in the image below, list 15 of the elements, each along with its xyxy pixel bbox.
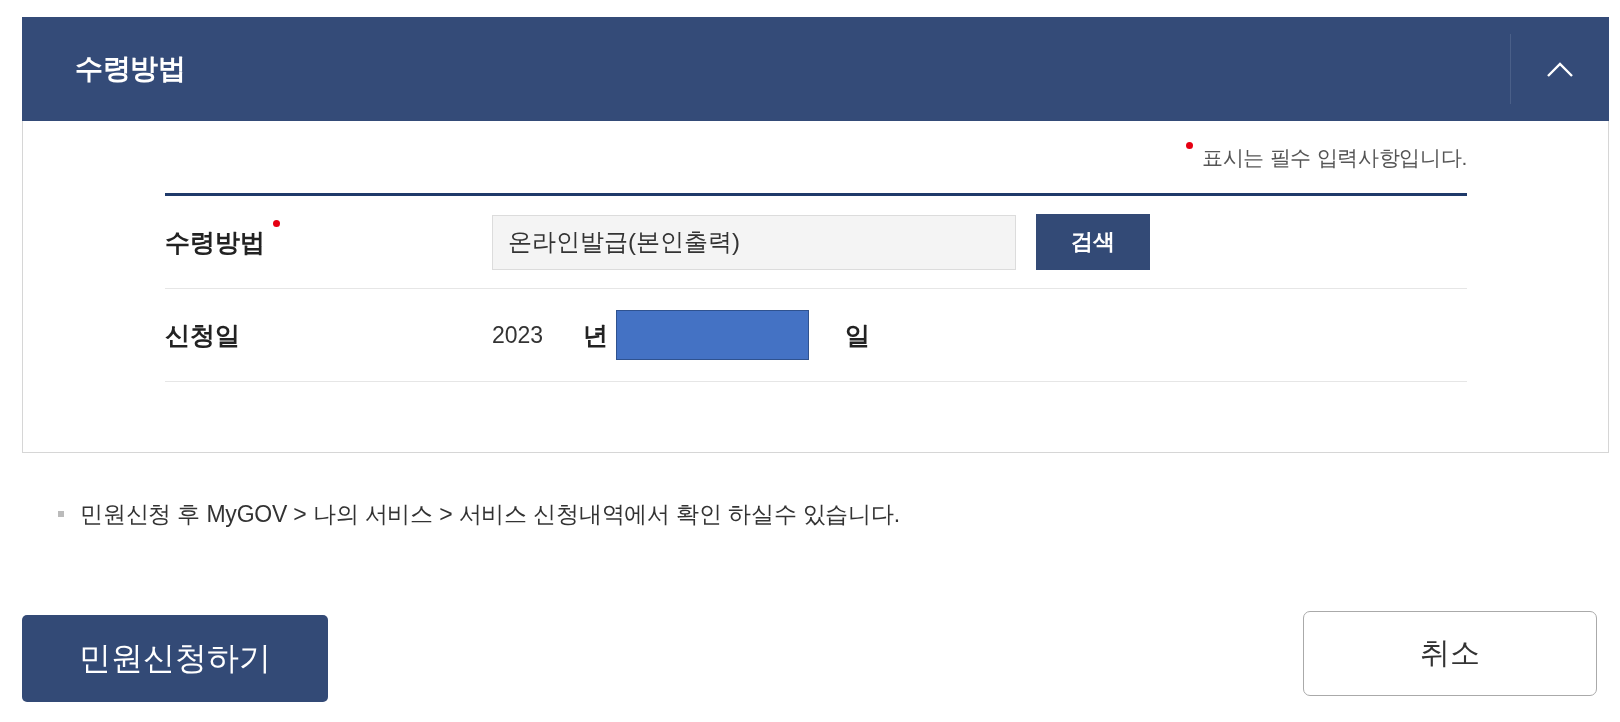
required-dot-icon <box>1186 142 1193 149</box>
field-label: 수령방법 <box>165 227 265 258</box>
field-label: 신청일 <box>165 320 240 351</box>
chevron-up-icon <box>1547 61 1573 77</box>
submit-button[interactable]: 민원신청하기 <box>22 615 328 702</box>
date-unit-label: 일 <box>845 319 871 351</box>
cancel-button[interactable]: 취소 <box>1303 611 1597 696</box>
year-value: 2023 <box>492 321 544 349</box>
date-unit-label: 년 <box>583 319 609 351</box>
notice-text: 민원신청 후 MyGOV > 나의 서비스 > 서비스 신청내역에서 확인 하실수 있습니다. <box>80 499 900 529</box>
required-note-text: 표시는 필수 입력사항입니다. <box>1202 145 1467 171</box>
section-title: 수령방법 <box>75 52 185 86</box>
bullet-icon <box>58 511 64 517</box>
search-button[interactable]: 검색 <box>1036 214 1150 270</box>
input-field[interactable]: 온라인발급(본인출력) <box>492 214 1016 270</box>
